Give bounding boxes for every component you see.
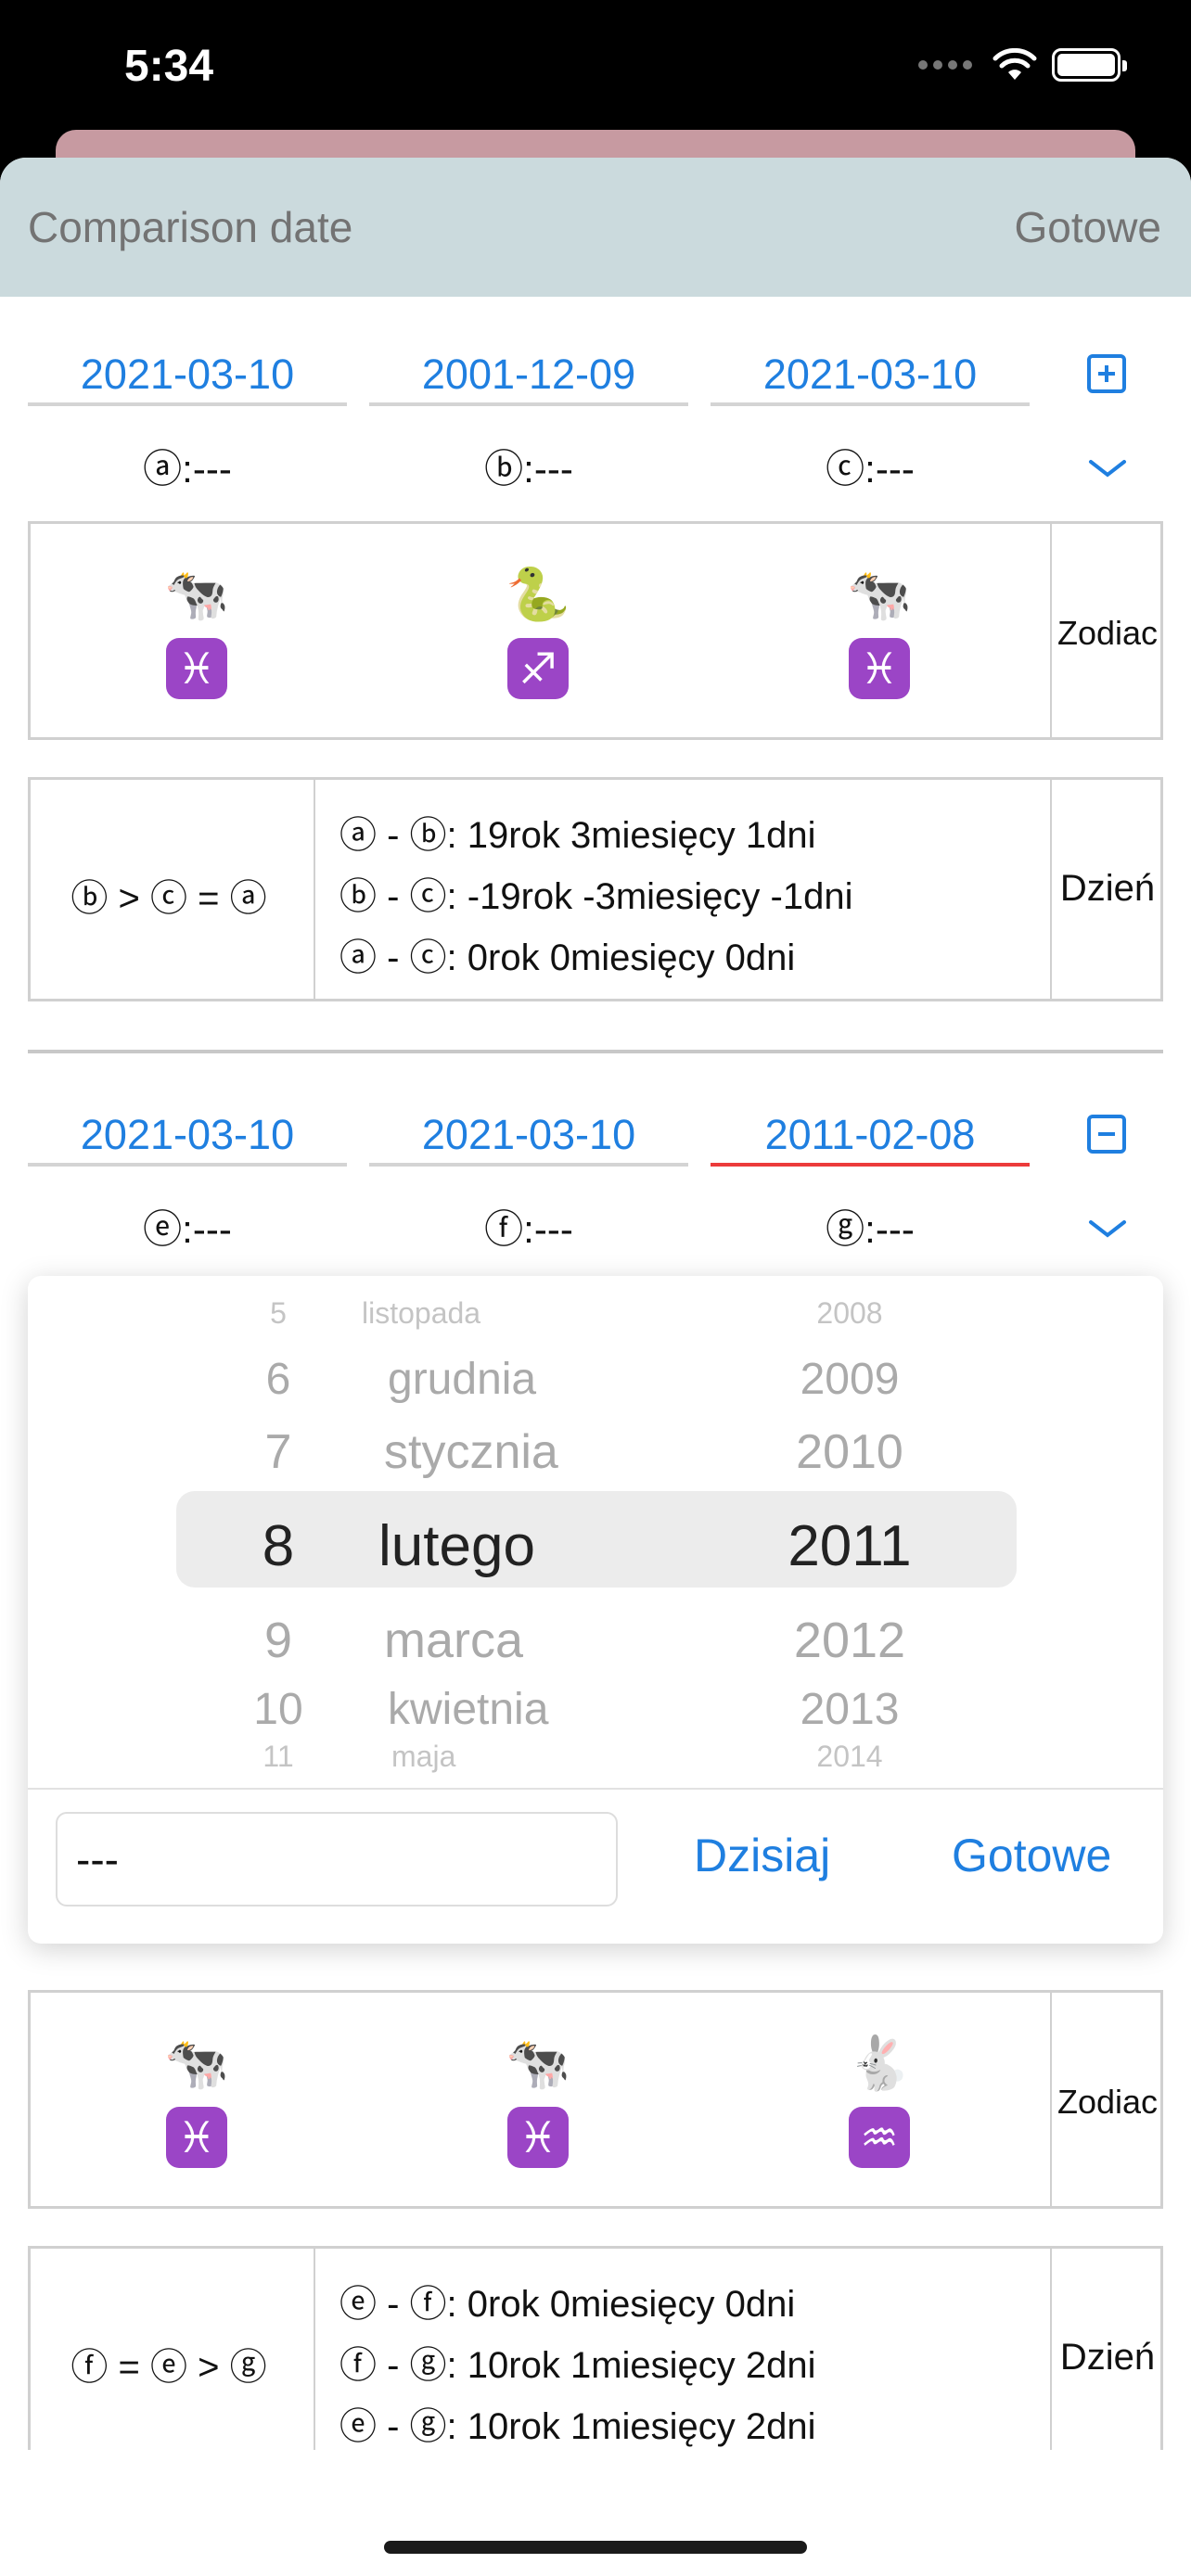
picker-year-selected[interactable]: 2011 [766,1513,933,1579]
done-button[interactable]: Gotowe [1014,202,1161,252]
sheet-title: Comparison date [28,203,353,251]
picker-month[interactable]: kwietnia [388,1684,666,1735]
plus-square-icon[interactable] [1087,354,1126,393]
status-icons [918,48,1127,82]
picker-day[interactable]: 11 [232,1740,325,1774]
label-f: ⓕ:--- [484,1207,573,1251]
sheet-header: Comparison date Gotowe [0,158,1191,297]
picker-month[interactable]: marca [384,1612,662,1669]
aquarius-sign-icon: ♒ [849,2107,910,2168]
pisces-sign-icon: ♓ [166,638,227,699]
signal-icon [918,60,972,70]
picker-day[interactable]: 6 [232,1354,325,1405]
zodiac-table [28,1990,1163,2209]
picker-month-selected[interactable]: lutego [378,1513,675,1579]
zodiac-animal-b: 🐍 [506,565,570,625]
label-c: ⓒ:--- [826,447,915,491]
today-button[interactable]: Dzisiaj [694,1829,830,1882]
chevron-down-icon[interactable] [1087,454,1128,482]
picker-year[interactable]: 2013 [775,1684,924,1735]
date-field-b[interactable]: 2001-12-09 [369,343,688,406]
wifi-icon [992,48,1037,80]
chevron-down-icon[interactable] [1087,1215,1128,1243]
zodiac-animal-e: 🐄 [164,2034,229,2094]
zodiac-table [28,521,1163,740]
date-field-e[interactable]: 2021-03-10 [28,1103,347,1167]
picker-day[interactable]: 5 [232,1296,325,1331]
picker-month[interactable]: listopada [362,1296,640,1331]
sagittarius-sign-icon: ♐ [507,638,569,699]
picker-text-input[interactable]: --- [56,1812,618,1906]
date-field-a[interactable]: 2021-03-10 [28,343,347,406]
label-a: ⓐ:--- [143,447,232,491]
label-e: ⓔ:--- [143,1207,232,1251]
relation-text: ⓕ = ⓔ > ⓖ [70,2347,267,2388]
diff-line: ⓔ - ⓕ: 0rok 0miesięcy 0dni [339,2284,796,2325]
status-time: 5:34 [124,42,214,91]
diff-line: ⓕ - ⓖ: 10rok 1miesięcy 2dni [339,2345,816,2386]
diff-line: ⓐ - ⓒ: 0rok 0miesięcy 0dni [339,937,796,978]
picker-month[interactable]: grudnia [388,1354,666,1405]
label-b: ⓑ:--- [484,447,573,491]
picker-year[interactable]: 2014 [775,1740,924,1774]
picker-year[interactable]: 2008 [775,1296,924,1331]
group-divider [28,1050,1163,1053]
zodiac-animal-g: 🐇 [847,2034,912,2094]
day-label: Dzień [1059,2337,1156,2378]
picker-day[interactable]: 10 [232,1684,325,1735]
picker-day-selected[interactable]: 8 [232,1513,325,1579]
comparison-sheet: Comparison date Gotowe 2021-03-10 2001-1… [0,158,1191,2576]
battery-icon [1052,48,1127,82]
zodiac-label: Zodiac [1057,2083,1159,2121]
date-field-c[interactable]: 2021-03-10 [711,343,1030,406]
picker-month[interactable]: stycznia [384,1424,681,1480]
pisces-sign-icon: ♓ [849,638,910,699]
date-field-g[interactable]: 2011-02-08 [711,1103,1030,1167]
zodiac-animal-c: 🐄 [847,565,912,625]
status-bar: 5:34 [0,0,1191,139]
picker-done-button[interactable]: Gotowe [952,1829,1111,1882]
picker-day[interactable]: 7 [232,1424,325,1480]
picker-year[interactable]: 2009 [775,1354,924,1405]
pisces-sign-icon: ♓ [507,2107,569,2168]
date-picker-popover: 5 6 7 8 9 10 11 listopada grudnia styczn… [28,1276,1163,1944]
day-label: Dzień [1059,868,1156,909]
minus-square-icon[interactable] [1087,1115,1126,1154]
diff-line: ⓑ - ⓒ: -19rok -3miesięcy -1dni [339,876,853,917]
diff-line: ⓔ - ⓖ: 10rok 1miesięcy 2dni [339,2406,816,2447]
date-field-f[interactable]: 2021-03-10 [369,1103,688,1167]
zodiac-animal-f: 🐄 [506,2034,570,2094]
picker-year[interactable]: 2012 [775,1612,924,1669]
pisces-sign-icon: ♓ [166,2107,227,2168]
picker-day[interactable]: 9 [232,1612,325,1669]
home-indicator[interactable] [384,2541,807,2554]
zodiac-animal-a: 🐄 [164,565,229,625]
diff-line: ⓐ - ⓑ: 19rok 3miesięcy 1dni [339,815,816,856]
zodiac-label: Zodiac [1057,614,1159,652]
picker-month[interactable]: maja [391,1740,670,1774]
picker-year[interactable]: 2010 [775,1424,924,1480]
relation-text: ⓑ > ⓒ = ⓐ [70,878,267,919]
label-g: ⓖ:--- [826,1207,915,1251]
